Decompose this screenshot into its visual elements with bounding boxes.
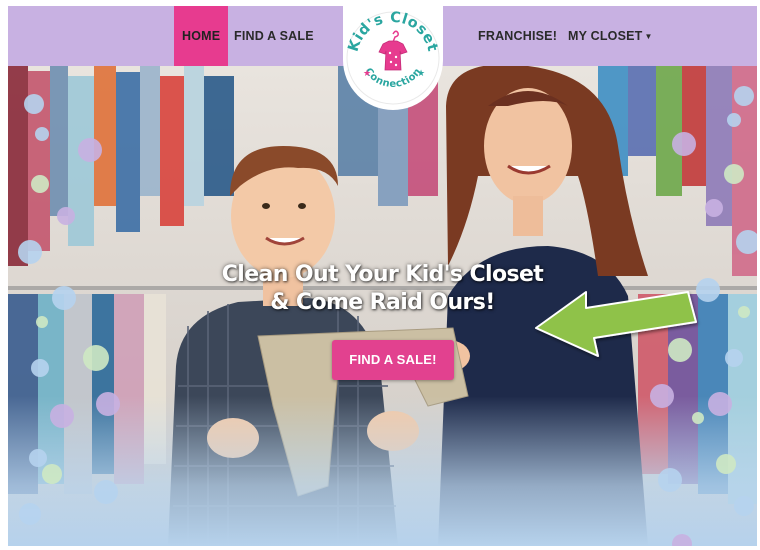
nav-find-a-sale[interactable]: FIND A SALE [234, 6, 314, 66]
svg-text:★: ★ [417, 69, 425, 79]
site-logo[interactable]: Kid's Closet Connection ★ ★ [343, 6, 443, 110]
caret-down-icon: ▼ [644, 31, 653, 41]
nav-franchise[interactable]: FRANCHISE! [478, 6, 557, 66]
nav-my-closet[interactable]: MY CLOSET ▼ [568, 6, 653, 66]
hero-banner: Clean Out Your Kid's Closet & Come Raid … [8, 66, 757, 546]
browser-viewport: HOME FIND A SALE FRANCHISE! MY CLOSET ▼ K… [8, 6, 757, 546]
top-navigation: HOME FIND A SALE FRANCHISE! MY CLOSET ▼ K… [8, 6, 757, 110]
nav-my-closet-label: MY CLOSET [568, 29, 643, 43]
svg-text:★: ★ [363, 69, 371, 79]
nav-home[interactable]: HOME [174, 6, 229, 66]
find-a-sale-button[interactable]: FIND A SALE! [332, 340, 454, 380]
arrow-left-icon [535, 291, 697, 357]
logo-graphic: Kid's Closet Connection ★ ★ [346, 10, 440, 105]
